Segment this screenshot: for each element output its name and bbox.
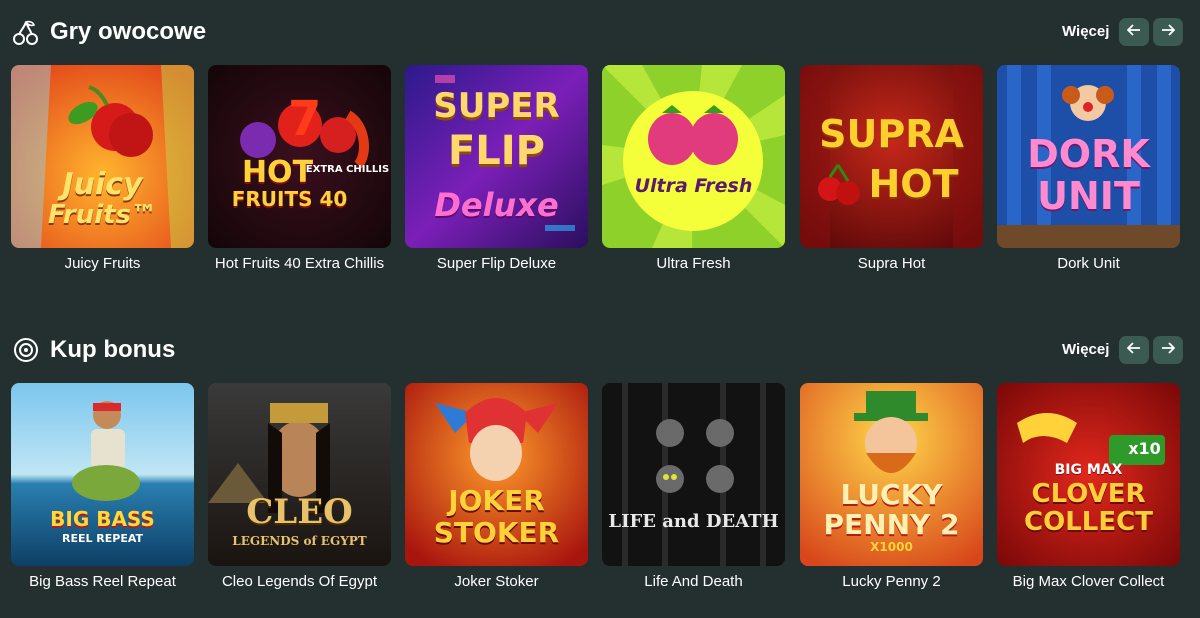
game-title: Lucky Penny 2 [842, 573, 941, 590]
svg-text:7: 7 [288, 91, 321, 147]
game-title: Hot Fruits 40 Extra Chillis [214, 255, 385, 272]
game-art-text: UNIT [1037, 174, 1140, 218]
game-thumbnail: SUPER FLIP Deluxe [405, 65, 588, 248]
section-header: Kup bonus Więcej [0, 332, 1200, 368]
game-art-text: SUPER [433, 86, 560, 126]
section-title: Gry owocowe [50, 18, 207, 45]
game-thumbnail: LUCKY PENNY 2 X1000 [800, 383, 983, 566]
arrow-left-icon [1126, 23, 1141, 41]
game-art-text: Deluxe [434, 186, 559, 224]
game-art-text: JOKER [448, 484, 545, 517]
game-title: Cleo Legends Of Egypt [221, 573, 378, 590]
game-art-text: BIG BASS [50, 507, 155, 531]
game-card-lucky-penny-2[interactable]: LUCKY PENNY 2 X1000 Lucky Penny 2 [800, 383, 983, 603]
game-title: Big Bass Reel Repeat [29, 573, 176, 590]
target-coin-icon [12, 336, 40, 364]
game-thumbnail: BIG MAX CLOVER COLLECT x10 [997, 383, 1180, 566]
game-art-text: COLLECT [1024, 507, 1153, 537]
game-card-juicy-fruits[interactable]: Juicy Fruits™ Juicy Fruits [11, 65, 194, 285]
game-art-text: Juicy [62, 167, 143, 202]
game-card-dork-unit[interactable]: DORK UNIT Dork Unit [997, 65, 1180, 285]
game-thumbnail: JOKER STOKER [405, 383, 588, 566]
game-title: Super Flip Deluxe [436, 255, 557, 272]
game-art-text: x10 [1128, 439, 1161, 458]
game-art-text: LEGENDS of EGYPT [232, 534, 367, 548]
game-art-text: BIG MAX [1054, 462, 1123, 478]
game-art-text: X1000 [870, 540, 913, 554]
game-thumbnail: BIG BASS REEL REPEAT [11, 383, 194, 566]
cherry-icon [12, 18, 40, 46]
game-title: Dork Unit [1057, 255, 1120, 272]
arrow-right-icon [1161, 341, 1176, 359]
game-title: Life And Death [644, 573, 743, 590]
game-art-text: FRUITS 40 [231, 187, 348, 211]
game-thumbnail: Ultra Fresh [602, 65, 785, 248]
game-card-cleo-legends-of-egypt[interactable]: CLEO LEGENDS of EGYPT Cleo Legends Of Eg… [208, 383, 391, 603]
game-art-text: HOT [868, 162, 959, 206]
arrow-left-icon [1126, 341, 1141, 359]
game-art-text: DORK [1027, 132, 1150, 176]
game-carousel: BIG BASS REEL REPEAT Big Bass Reel Repea… [0, 383, 1200, 603]
game-thumbnail: 7 HOT FRUITS 40 EXTRA CHILLIS [208, 65, 391, 248]
game-card-joker-stoker[interactable]: JOKER STOKER Joker Stoker [405, 383, 588, 603]
game-title: Big Max Clover Collect [1012, 573, 1165, 590]
game-thumbnail: SUPRA HOT [800, 65, 983, 248]
more-link[interactable]: Więcej [1062, 340, 1109, 360]
arrow-right-icon [1161, 23, 1176, 41]
prev-button[interactable] [1119, 18, 1149, 46]
game-card-super-flip-deluxe[interactable]: SUPER FLIP Deluxe Super Flip Deluxe [405, 65, 588, 285]
game-carousel: Juicy Fruits™ Juicy Fruits 7 HOT FRUITS … [0, 65, 1200, 285]
game-art-text: CLEO [246, 492, 353, 532]
game-art-text: LUCKY [840, 478, 943, 511]
more-link[interactable]: Więcej [1062, 22, 1109, 42]
game-art-text: FLIP [447, 128, 545, 174]
section-title: Kup bonus [50, 336, 176, 363]
game-title: Supra Hot [857, 255, 926, 272]
prev-button[interactable] [1119, 336, 1149, 364]
game-thumbnail: CLEO LEGENDS of EGYPT [208, 383, 391, 566]
game-art-text: SUPRA [819, 112, 964, 156]
game-title: Joker Stoker [454, 573, 539, 590]
game-card-big-max-clover-collect[interactable]: BIG MAX CLOVER COLLECT x10 Big Max Clove… [997, 383, 1180, 603]
next-button[interactable] [1153, 18, 1183, 46]
game-card-ultra-fresh[interactable]: Ultra Fresh Ultra Fresh [602, 65, 785, 285]
game-art-text: PENNY 2 [823, 508, 960, 541]
game-art-text: STOKER [433, 516, 560, 549]
game-card-big-bass-reel-repeat[interactable]: BIG BASS REEL REPEAT Big Bass Reel Repea… [11, 383, 194, 603]
section-header: Gry owocowe Więcej [0, 14, 1200, 50]
game-card-life-and-death[interactable]: LIFE and DEATH Life And Death [602, 383, 785, 603]
game-thumbnail: DORK UNIT [997, 65, 1180, 248]
game-art-text: Fruits™ [47, 200, 158, 230]
game-thumbnail: Juicy Fruits™ [11, 65, 194, 248]
game-art-text: REEL REPEAT [61, 532, 144, 545]
next-button[interactable] [1153, 336, 1183, 364]
game-card-hot-fruits-40[interactable]: 7 HOT FRUITS 40 EXTRA CHILLIS Hot Fruits… [208, 65, 391, 285]
game-title: Ultra Fresh [656, 255, 731, 272]
game-art-text: EXTRA CHILLIS [305, 164, 390, 175]
game-card-supra-hot[interactable]: SUPRA HOT Supra Hot [800, 65, 983, 285]
game-art-text: Ultra Fresh [634, 175, 753, 197]
game-title: Juicy Fruits [64, 255, 141, 272]
game-art-text: CLOVER [1031, 479, 1146, 509]
game-thumbnail: LIFE and DEATH [602, 383, 785, 566]
game-art-text: LIFE and DEATH [608, 511, 779, 532]
